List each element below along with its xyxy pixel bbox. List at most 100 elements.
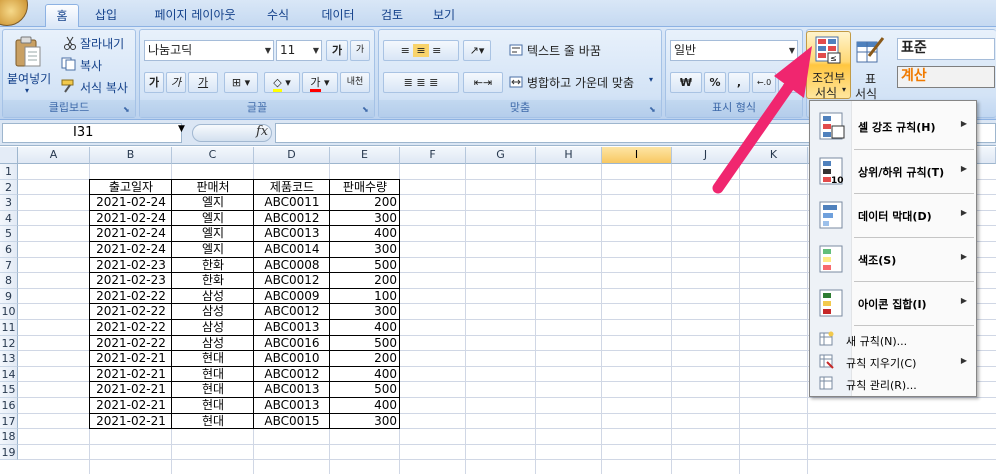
- format-painter-button[interactable]: 서식 복사: [80, 79, 128, 96]
- table-cell[interactable]: ABC0012: [254, 273, 330, 289]
- table-cell[interactable]: 400: [330, 366, 400, 383]
- column-header-k[interactable]: K: [740, 147, 808, 164]
- select-all-corner[interactable]: [0, 147, 18, 164]
- table-cell[interactable]: 2021-02-22: [90, 304, 172, 320]
- copy-button[interactable]: 복사: [80, 57, 102, 74]
- table-cell[interactable]: 삼성: [172, 320, 254, 336]
- table-cell[interactable]: 현대: [172, 351, 254, 367]
- office-button[interactable]: [0, 0, 28, 26]
- table-cell[interactable]: 2021-02-23: [90, 257, 172, 274]
- menu-item-clear-rules[interactable]: 규칙 지우기(C) ▶: [810, 351, 976, 371]
- column-header-f[interactable]: F: [400, 147, 466, 164]
- table-cell[interactable]: 2021-02-23: [90, 273, 172, 289]
- row-header-1[interactable]: 1: [0, 164, 18, 180]
- table-cell[interactable]: 2021-02-24: [90, 242, 172, 258]
- table-cell[interactable]: 2021-02-22: [90, 335, 172, 352]
- table-cell[interactable]: 500: [330, 335, 400, 352]
- column-header-c[interactable]: C: [172, 147, 254, 164]
- border-button[interactable]: ⊞ ▾: [224, 72, 258, 93]
- tab-home[interactable]: 홈: [45, 4, 79, 27]
- tab-insert[interactable]: 삽입: [86, 4, 126, 27]
- table-cell[interactable]: ABC0013: [254, 320, 330, 336]
- table-cell[interactable]: 삼성: [172, 335, 254, 352]
- table-cell[interactable]: ABC0015: [254, 413, 330, 430]
- table-header-cell[interactable]: 출고일자: [90, 179, 172, 196]
- paste-button[interactable]: 붙여넣기: [7, 70, 51, 87]
- horizontal-align-buttons[interactable]: ≣ ≣ ≣: [383, 72, 459, 93]
- row-header-19[interactable]: 19: [0, 444, 18, 461]
- indent-buttons[interactable]: ⇤⇥: [463, 72, 503, 93]
- row-header-3[interactable]: 3: [0, 195, 18, 211]
- table-cell[interactable]: 현대: [172, 366, 254, 383]
- number-format-select[interactable]: 일반 ▼: [670, 40, 798, 61]
- column-header-h[interactable]: H: [536, 147, 602, 164]
- tab-page-layout[interactable]: 페이지 레이아웃: [140, 4, 250, 27]
- table-cell[interactable]: 2021-02-24: [90, 195, 172, 211]
- decrease-decimal-button[interactable]: .00: [778, 72, 800, 93]
- currency-button[interactable]: ₩: [670, 72, 702, 93]
- table-cell[interactable]: ABC0011: [254, 195, 330, 211]
- table-cell[interactable]: ABC0016: [254, 335, 330, 352]
- shrink-font-button[interactable]: 가: [350, 40, 370, 61]
- table-header-cell[interactable]: 판매처: [172, 179, 254, 196]
- row-header-16[interactable]: 16: [0, 398, 18, 414]
- table-cell[interactable]: ABC0009: [254, 288, 330, 305]
- table-cell[interactable]: 엘지: [172, 195, 254, 211]
- table-cell[interactable]: 현대: [172, 413, 254, 430]
- phonetic-button[interactable]: 내천: [340, 72, 370, 93]
- insert-function-icon[interactable]: fx: [256, 124, 268, 139]
- comma-button[interactable]: ,: [728, 72, 750, 93]
- wrap-text-button[interactable]: 텍스트 줄 바꿈: [527, 42, 601, 59]
- column-header-i[interactable]: I: [602, 147, 672, 164]
- italic-button[interactable]: 가: [166, 72, 186, 93]
- row-header-9[interactable]: 9: [0, 288, 18, 305]
- table-cell[interactable]: ABC0008: [254, 257, 330, 274]
- column-header-d[interactable]: D: [254, 147, 330, 164]
- tab-review[interactable]: 검토: [372, 4, 412, 27]
- table-cell[interactable]: 엘지: [172, 242, 254, 258]
- table-cell[interactable]: ABC0013: [254, 398, 330, 414]
- alignment-launcher-icon[interactable]: ⬊: [649, 105, 658, 114]
- table-header-cell[interactable]: 판매수량: [330, 179, 400, 196]
- row-header-10[interactable]: 10: [0, 304, 18, 320]
- row-header-17[interactable]: 17: [0, 413, 18, 430]
- column-header-a[interactable]: A: [18, 147, 90, 164]
- fill-color-button[interactable]: ◇ ▾: [264, 72, 300, 93]
- row-header-12[interactable]: 12: [0, 335, 18, 352]
- table-cell[interactable]: 2021-02-21: [90, 382, 172, 398]
- row-header-14[interactable]: 14: [0, 366, 18, 383]
- table-header-cell[interactable]: 제품코드: [254, 179, 330, 196]
- table-cell[interactable]: ABC0013: [254, 226, 330, 242]
- increase-decimal-button[interactable]: ←.0: [752, 72, 776, 93]
- menu-item-top-bottom-rules[interactable]: 10 상위/하위 규칙(T) ▶: [810, 150, 976, 194]
- menu-item-color-scales[interactable]: 색조(S) ▶: [810, 238, 976, 282]
- conditional-formatting-button[interactable]: ≤ 조건부 서식 ▾: [806, 31, 851, 100]
- table-cell[interactable]: ABC0012: [254, 210, 330, 227]
- table-cell[interactable]: 삼성: [172, 288, 254, 305]
- table-cell[interactable]: 300: [330, 413, 400, 430]
- table-cell[interactable]: ABC0012: [254, 366, 330, 383]
- menu-item-manage-rules[interactable]: 규칙 관리(R)...: [810, 373, 976, 393]
- table-cell[interactable]: 300: [330, 304, 400, 320]
- font-name-select[interactable]: 나눔고딕 ▼: [144, 40, 274, 61]
- row-header-8[interactable]: 8: [0, 273, 18, 289]
- underline-button[interactable]: 가: [188, 72, 218, 93]
- style-calc-cell[interactable]: 계산: [897, 66, 995, 88]
- table-cell[interactable]: ABC0013: [254, 382, 330, 398]
- table-cell[interactable]: 200: [330, 273, 400, 289]
- row-header-5[interactable]: 5: [0, 226, 18, 242]
- table-cell[interactable]: 500: [330, 257, 400, 274]
- row-header-7[interactable]: 7: [0, 257, 18, 274]
- row-header-6[interactable]: 6: [0, 242, 18, 258]
- table-cell[interactable]: 엘지: [172, 226, 254, 242]
- merge-center-button[interactable]: 병합하고 가운데 맞춤: [527, 74, 634, 91]
- table-cell[interactable]: 2021-02-24: [90, 210, 172, 227]
- table-cell[interactable]: 400: [330, 320, 400, 336]
- row-header-4[interactable]: 4: [0, 210, 18, 227]
- table-cell[interactable]: 2021-02-21: [90, 398, 172, 414]
- table-cell[interactable]: 현대: [172, 382, 254, 398]
- column-header-b[interactable]: B: [90, 147, 172, 164]
- row-header-2[interactable]: 2: [0, 179, 18, 196]
- menu-item-icon-sets[interactable]: 아이콘 집합(I) ▶: [810, 282, 976, 326]
- table-cell[interactable]: 2021-02-21: [90, 413, 172, 430]
